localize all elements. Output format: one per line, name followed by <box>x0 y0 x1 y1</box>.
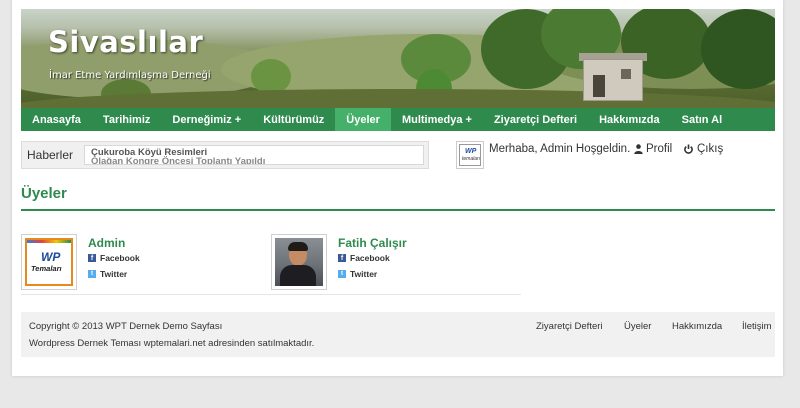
ticker-box: Çukuroba Köyü Resimleri Olağan Kongre Ön… <box>84 145 424 165</box>
site-description: İmar Etme Yardımlaşma Derneği <box>49 70 211 81</box>
ticker-label: Haberler <box>26 148 74 162</box>
member-avatar[interactable]: WP Temaları <box>21 234 77 290</box>
twitter-label: Twitter <box>100 269 128 279</box>
logout-label: Çıkış <box>697 143 724 155</box>
title-divider <box>21 209 775 211</box>
news-ticker: Haberler Çukuroba Köyü Resimleri Olağan … <box>21 141 429 169</box>
nav-item-ziyaretci-defteri[interactable]: Ziyaretçi Defteri <box>483 108 588 131</box>
footer-link-hakkimizda[interactable]: Hakkımızda <box>672 321 722 332</box>
member-avatar[interactable] <box>271 234 327 290</box>
profile-label: Profil <box>646 143 673 155</box>
twitter-icon: t <box>88 270 96 278</box>
power-icon <box>684 144 693 154</box>
avatar-logo-text: WP <box>465 148 477 155</box>
person-hair <box>288 242 308 251</box>
twitter-icon: t <box>338 270 346 278</box>
user-avatar[interactable]: WP temaları <box>456 141 484 169</box>
member-photo <box>275 238 323 286</box>
member-name[interactable]: Fatih Çalışır <box>338 236 407 250</box>
footer-link-uyeler[interactable]: Üyeler <box>624 321 651 332</box>
main-nav: Anasayfa Tarihimiz Derneğimiz + Kültürüm… <box>21 108 775 131</box>
logo-subtext: Temaları <box>31 264 62 273</box>
building <box>583 59 643 101</box>
building-window <box>621 69 631 79</box>
facebook-link[interactable]: f Facebook <box>88 253 140 263</box>
nav-item-hakkimizda[interactable]: Hakkımızda <box>588 108 671 131</box>
wp-logo-avatar: WP Temaları <box>25 238 73 286</box>
nav-item-dernegimiz[interactable]: Derneğimiz + <box>161 108 252 131</box>
footer-link-iletisim[interactable]: İletişim <box>742 321 772 332</box>
nav-item-uyeler[interactable]: Üyeler <box>335 108 391 131</box>
profile-link[interactable]: Profil <box>634 143 672 155</box>
nav-item-satin-al[interactable]: Satın Al <box>671 108 734 131</box>
page-container: Sivaslılar İmar Etme Yardımlaşma Derneği… <box>12 0 783 376</box>
member-card: WP Temaları Admin f Facebook t Twitter <box>21 234 241 292</box>
tree <box>251 59 291 94</box>
footer-link-ziyaretci-defteri[interactable]: Ziyaretçi Defteri <box>536 321 603 332</box>
twitter-label: Twitter <box>350 269 378 279</box>
site-title[interactable]: Sivaslılar <box>48 25 203 59</box>
logo-text: WP <box>41 250 61 264</box>
facebook-icon: f <box>338 254 346 262</box>
nav-item-tarihimiz[interactable]: Tarihimiz <box>92 108 161 131</box>
facebook-label: Facebook <box>350 253 390 263</box>
credit-text: Wordpress Dernek Teması wptemalari.net a… <box>29 338 315 349</box>
user-greeting: Merhaba, Admin Hoşgeldin. <box>489 143 631 155</box>
facebook-link[interactable]: f Facebook <box>338 253 390 263</box>
avatar-logo: WP temaları <box>459 144 481 166</box>
members-divider <box>21 294 521 295</box>
twitter-link[interactable]: t Twitter <box>338 269 377 279</box>
site-footer: Copyright © 2013 WPT Dernek Demo Sayfası… <box>21 312 775 357</box>
nav-item-kulturumuz[interactable]: Kültürümüz <box>252 108 335 131</box>
facebook-icon: f <box>88 254 96 262</box>
nav-item-multimedya[interactable]: Multimedya + <box>391 108 483 131</box>
copyright-text: Copyright © 2013 WPT Dernek Demo Sayfası <box>29 321 223 332</box>
twitter-link[interactable]: t Twitter <box>88 269 127 279</box>
member-card: Fatih Çalışır f Facebook t Twitter <box>271 234 491 292</box>
logout-link[interactable]: Çıkış <box>684 143 723 155</box>
ticker-item[interactable]: Olağan Kongre Öncesi Toplantı Yapıldı <box>91 156 265 164</box>
facebook-label: Facebook <box>100 253 140 263</box>
site-header: Sivaslılar İmar Etme Yardımlaşma Derneği <box>21 9 775 108</box>
nav-item-anasayfa[interactable]: Anasayfa <box>21 108 92 131</box>
building-door <box>593 75 605 97</box>
person-body <box>280 265 316 286</box>
member-name[interactable]: Admin <box>88 236 125 250</box>
user-icon <box>634 144 643 154</box>
avatar-logo-subtext: temaları <box>462 156 481 162</box>
page-title: Üyeler <box>21 185 67 202</box>
